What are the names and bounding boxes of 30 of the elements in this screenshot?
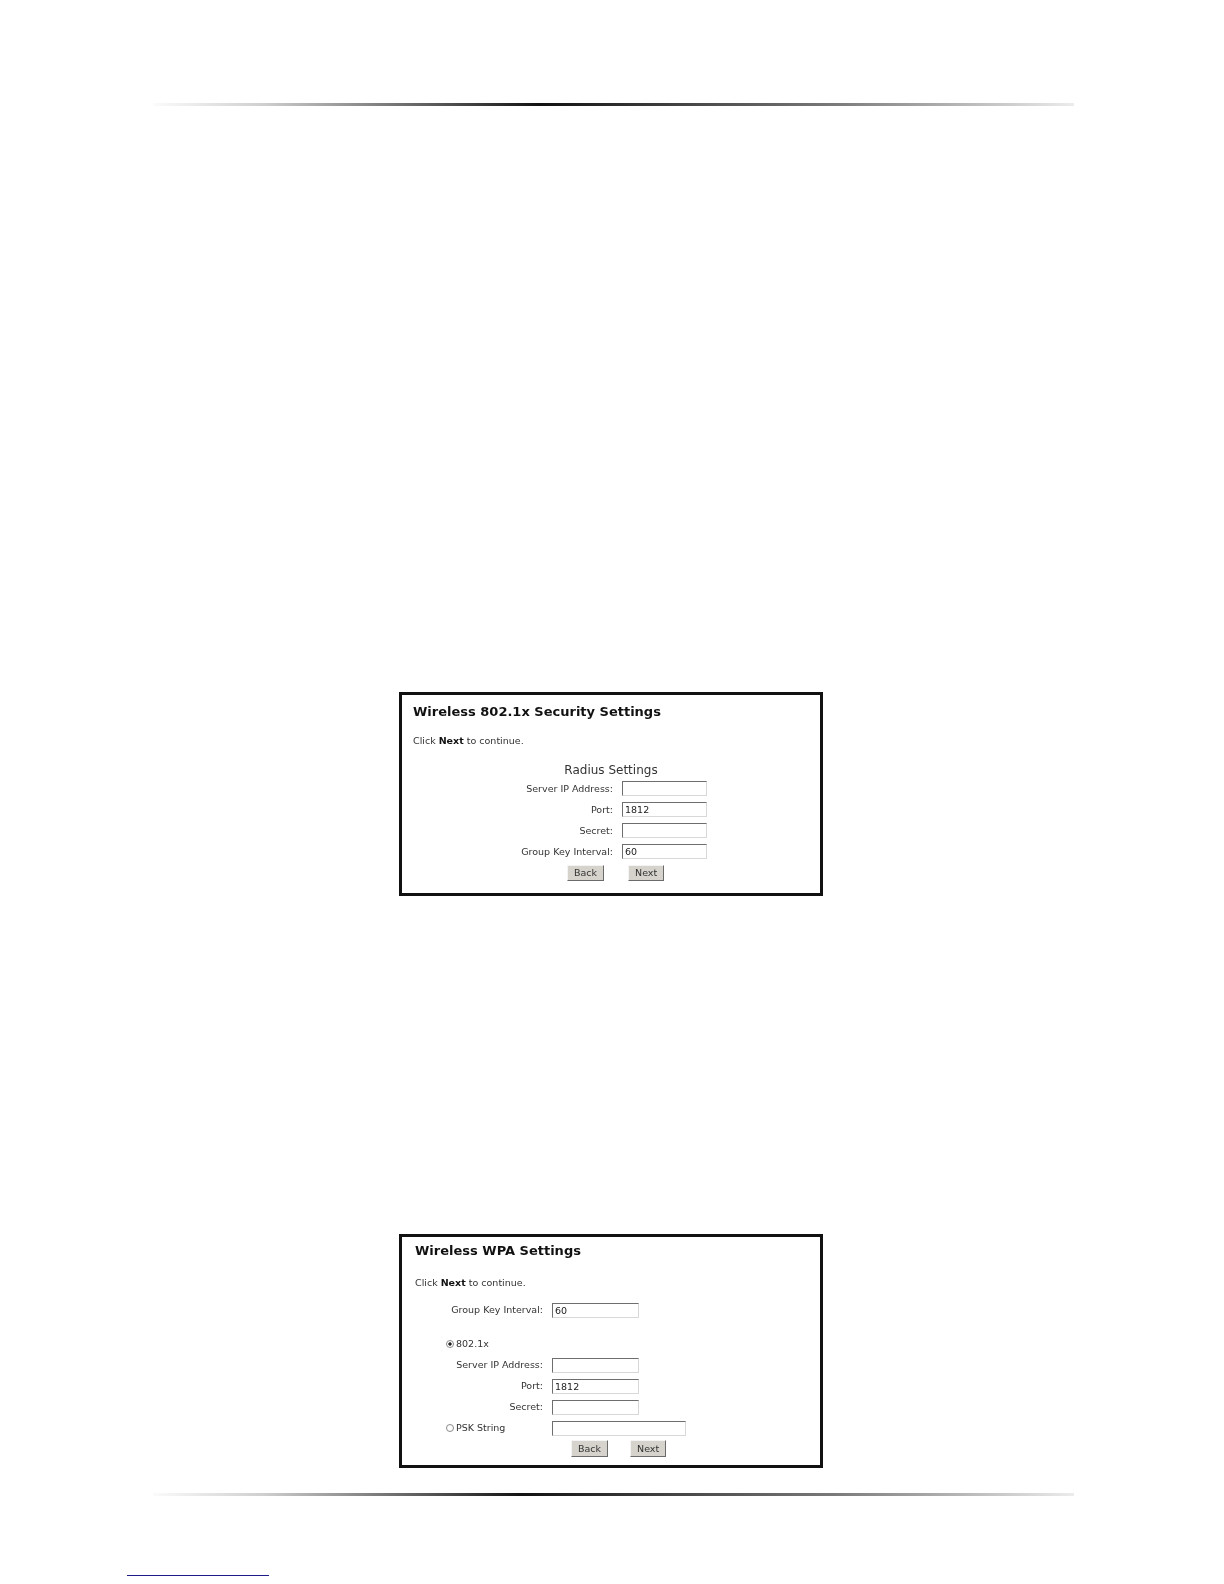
field-label: Group Key Interval: (521, 845, 613, 858)
panel-title: Wireless WPA Settings (415, 1243, 581, 1259)
form-button[interactable]: Next (630, 1440, 667, 1457)
text-field[interactable] (622, 823, 707, 838)
radio-button[interactable] (446, 1340, 454, 1348)
panel-title: Wireless 802.1x Security Settings (413, 704, 661, 720)
instruction-text: Click Next to continue. (415, 1275, 526, 1289)
text-field[interactable]: 1812 (622, 802, 707, 817)
form-button[interactable]: Next (628, 864, 665, 881)
instruction-text: Click Next to continue. (413, 734, 524, 747)
text-field[interactable] (552, 1357, 639, 1373)
option-label: PSK String (456, 1422, 506, 1434)
text-field[interactable]: 60 (552, 1302, 639, 1318)
field-label: Secret: (509, 1401, 543, 1413)
text-field[interactable] (622, 781, 707, 796)
section-heading: Radius Settings (564, 763, 658, 778)
form-button[interactable]: Back (571, 1440, 609, 1457)
radio-button[interactable] (446, 1424, 454, 1432)
text-field[interactable] (552, 1399, 639, 1415)
field-label: Port: (590, 803, 613, 816)
option-label: 802.1x (456, 1338, 489, 1350)
field-label: Group Key Interval: (451, 1304, 543, 1316)
field-label: Server IP Address: (456, 1359, 543, 1371)
text-field[interactable] (552, 1420, 686, 1436)
field-label: Server IP Address: (526, 782, 613, 795)
field-label: Secret: (579, 824, 613, 837)
text-field[interactable]: 1812 (552, 1378, 639, 1394)
form-button[interactable]: Back (567, 864, 605, 881)
field-label: Port: (520, 1380, 543, 1392)
text-field[interactable]: 60 (622, 844, 707, 859)
